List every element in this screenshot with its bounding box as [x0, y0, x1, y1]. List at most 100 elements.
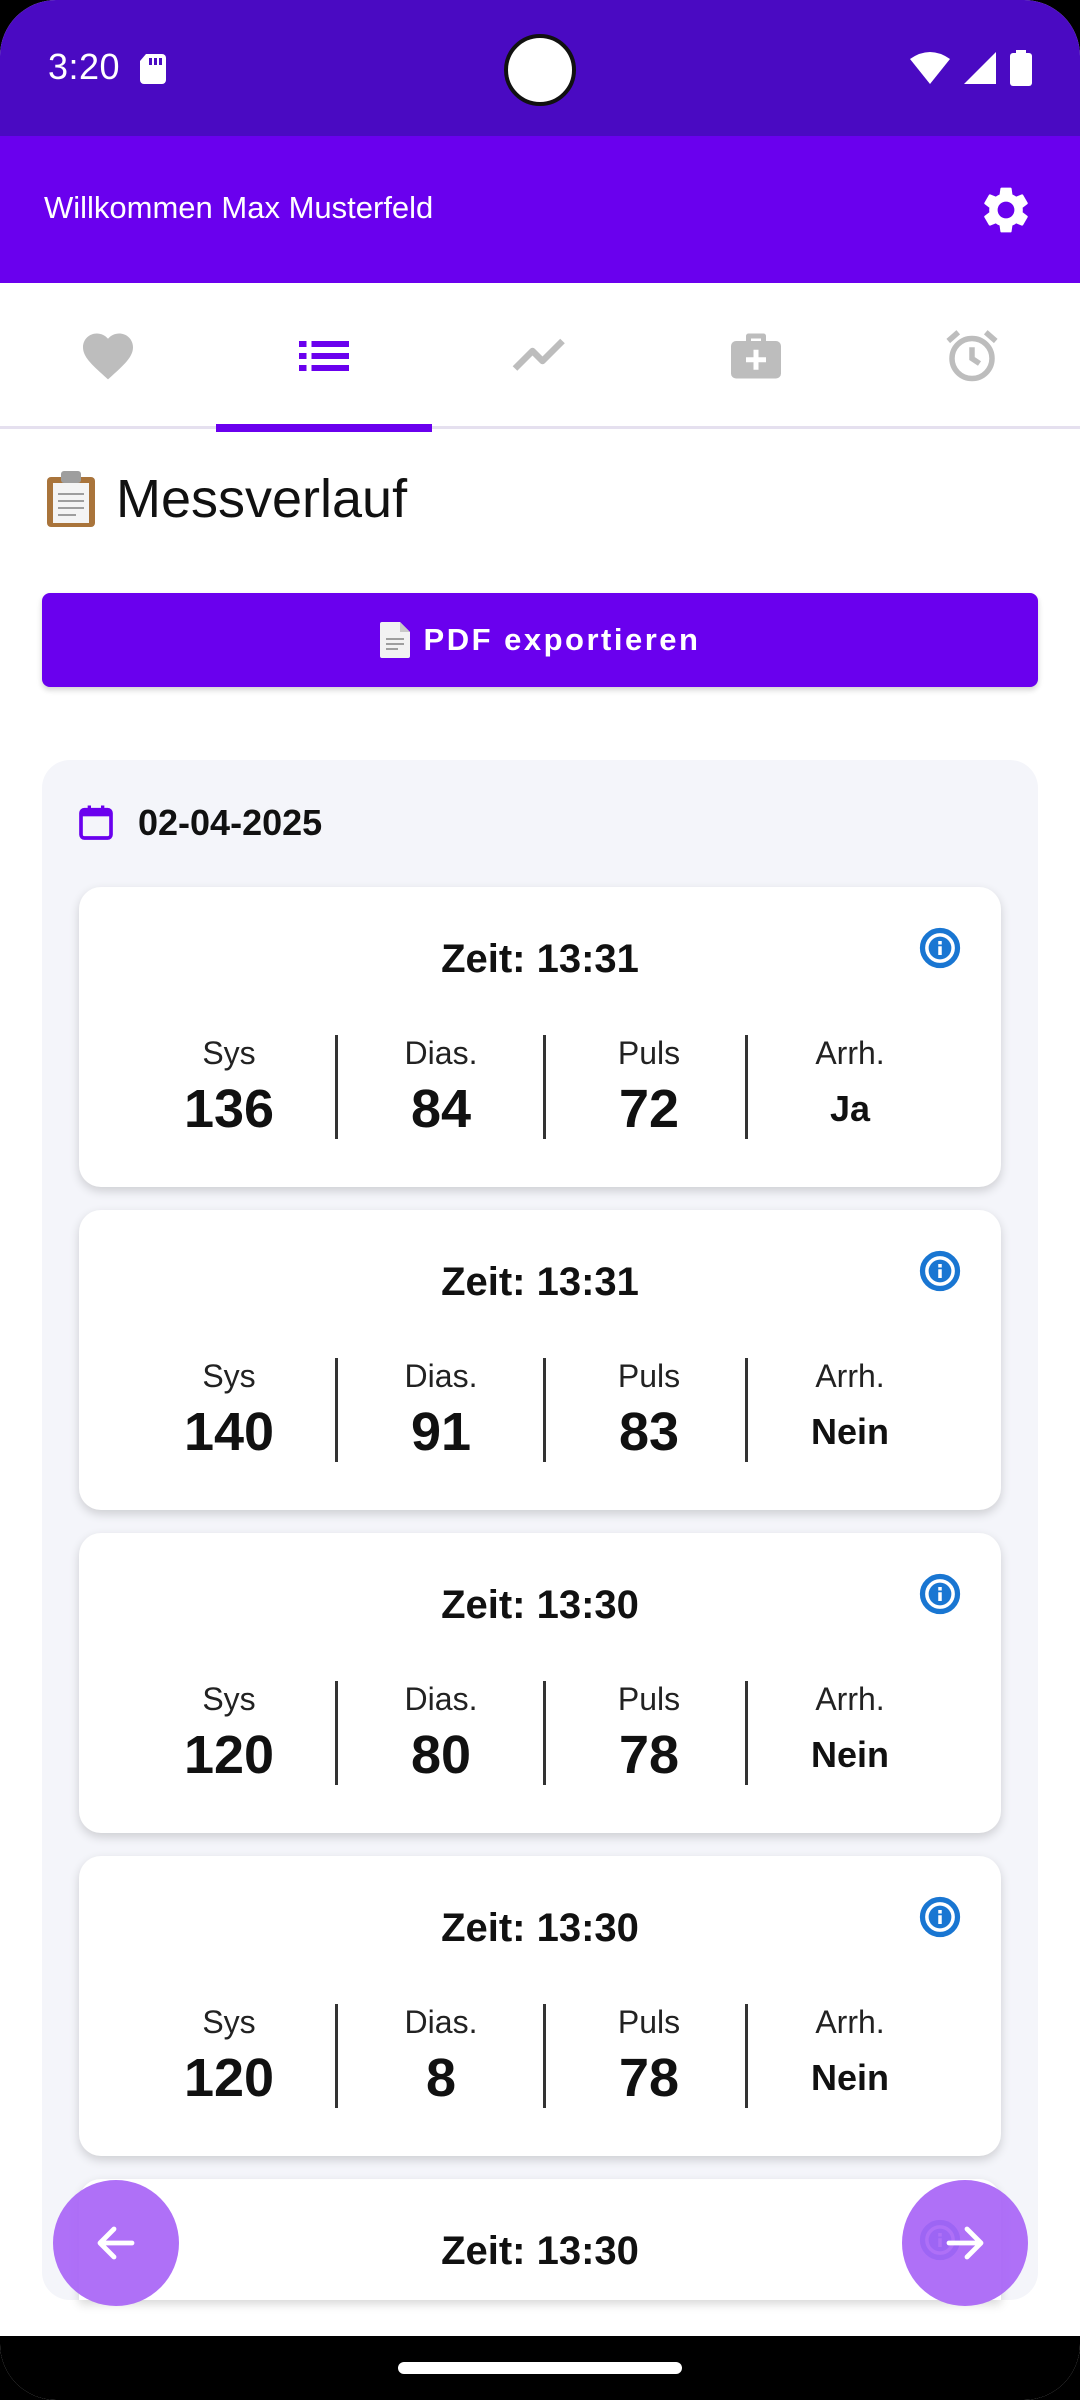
measurement-time: Zeit: 13:31 [441, 937, 639, 981]
metric-puls: Puls 72 [559, 1035, 739, 1140]
metric-label: Arrh. [815, 1681, 885, 1717]
metric-label: Dias. [404, 1681, 478, 1717]
metric-value: 120 [183, 1725, 275, 1785]
divider [543, 1681, 546, 1785]
arrow-right-icon [946, 2226, 984, 2260]
signal-icon [964, 52, 996, 84]
measurement-card[interactable]: Zeit: 13:30 [79, 2179, 1001, 2300]
divider [335, 1681, 338, 1785]
metric-label: Puls [617, 2004, 681, 2040]
metric-sys: Sys 136 [141, 1035, 317, 1140]
metric-value: 91 [410, 1402, 472, 1462]
app-screen: 3:20 Willkommen Max Musterfeld Messverla… [0, 0, 1080, 2400]
alarm-clock-icon [946, 330, 998, 382]
metric-value: Nein [810, 2057, 889, 2098]
divider [335, 2004, 338, 2108]
divider [745, 1681, 748, 1785]
metric-value: 84 [410, 1079, 472, 1139]
metric-label: Arrh. [815, 1358, 885, 1394]
metric-label: Arrh. [815, 2004, 885, 2040]
divider [745, 1035, 748, 1139]
wifi-icon [910, 52, 950, 84]
measurement-card[interactable]: Zeit: 13:31 Sys 136 Dias. 84 Puls 72 Arr… [79, 887, 1001, 1187]
metric-label: Dias. [404, 1358, 478, 1394]
pdf-export-label: PDF exportieren [423, 622, 701, 657]
previous-page-button[interactable] [53, 2180, 179, 2306]
info-icon[interactable] [919, 1573, 961, 1615]
page-title: Messverlauf [44, 468, 407, 530]
measurement-time: Zeit: 13:30 [441, 2229, 639, 2273]
measurement-time: Zeit: 13:30 [441, 1583, 639, 1627]
tab-medical[interactable] [648, 283, 864, 429]
metric-value: 140 [183, 1402, 275, 1462]
measurement-card[interactable]: Zeit: 13:31 Sys 140 Dias. 91 Puls 83 Arr… [79, 1210, 1001, 1510]
welcome-text: Willkommen Max Musterfeld [44, 190, 434, 225]
metric-value: 72 [618, 1079, 680, 1139]
medical-kit-icon [731, 333, 781, 379]
metric-dias: Dias. 91 [351, 1358, 531, 1463]
day-header: 02-04-2025 [76, 802, 322, 844]
divider [745, 1358, 748, 1462]
day-group: 02-04-2025 Zeit: 13:31 Sys 136 Dias. 84 [42, 760, 1038, 2300]
metric-arrh: Arrh. Nein [761, 2004, 939, 2099]
metric-value: Nein [810, 1411, 889, 1452]
info-icon[interactable] [919, 1250, 961, 1292]
metric-label: Puls [617, 1358, 681, 1394]
metric-label: Sys [202, 1035, 256, 1071]
measurement-metrics: Sys 140 Dias. 91 Puls 83 Arrh. Nein [141, 1358, 941, 1468]
metric-value: 80 [410, 1725, 472, 1785]
day-date: 02-04-2025 [138, 802, 323, 843]
list-icon [299, 341, 349, 371]
metric-label: Dias. [404, 1035, 478, 1071]
metric-value: 78 [618, 2048, 680, 2108]
metric-sys: Sys 140 [141, 1358, 317, 1463]
divider [543, 2004, 546, 2108]
tab-list[interactable] [216, 283, 432, 432]
tab-heart[interactable] [0, 283, 216, 429]
metric-value: Ja [829, 1088, 871, 1129]
heart-icon [83, 333, 133, 380]
divider [335, 1035, 338, 1139]
metric-value: 8 [425, 2048, 457, 2108]
metric-puls: Puls 78 [559, 1681, 739, 1786]
sd-card-icon [140, 54, 166, 84]
metric-value: 120 [183, 2048, 275, 2108]
settings-gear-icon[interactable] [978, 182, 1034, 238]
info-icon[interactable] [919, 927, 961, 969]
measurement-card[interactable]: Zeit: 13:30 Sys 120 Dias. 80 Puls 78 Arr… [79, 1533, 1001, 1833]
status-time: 3:20 [48, 46, 121, 87]
metric-label: Sys [202, 1681, 256, 1717]
status-bar: 3:20 [0, 0, 1080, 136]
home-gesture-handle[interactable] [398, 2362, 682, 2374]
next-page-button[interactable] [902, 2180, 1028, 2306]
metric-puls: Puls 78 [559, 2004, 739, 2109]
metric-puls: Puls 83 [559, 1358, 739, 1463]
metric-arrh: Arrh. Nein [761, 1358, 939, 1453]
metric-label: Puls [617, 1035, 681, 1071]
divider [335, 1358, 338, 1462]
measurement-card[interactable]: Zeit: 13:30 Sys 120 Dias. 8 Puls 78 Arrh… [79, 1856, 1001, 2156]
info-icon[interactable] [919, 1896, 961, 1938]
measurement-time: Zeit: 13:30 [441, 1906, 639, 1950]
divider [543, 1035, 546, 1139]
pdf-export-button[interactable]: PDF exportieren [42, 593, 1038, 687]
metric-value: Nein [810, 1734, 889, 1775]
tab-alarm[interactable] [864, 283, 1080, 429]
metric-sys: Sys 120 [141, 2004, 317, 2109]
metric-label: Sys [202, 1358, 256, 1394]
tab-bar [0, 283, 1080, 432]
metric-dias: Dias. 80 [351, 1681, 531, 1786]
divider [745, 2004, 748, 2108]
document-icon [379, 622, 410, 658]
metric-dias: Dias. 84 [351, 1035, 531, 1140]
calendar-icon [79, 805, 113, 840]
metric-label: Arrh. [815, 1035, 885, 1071]
metric-label: Sys [202, 2004, 256, 2040]
page-title-text: Messverlauf [116, 469, 408, 529]
app-bar: Willkommen Max Musterfeld [0, 136, 1080, 283]
camera-cutout [504, 34, 576, 106]
tab-trend[interactable] [432, 283, 648, 429]
arrow-left-icon [97, 2226, 135, 2260]
measurement-metrics: Sys 120 Dias. 80 Puls 78 Arrh. Nein [141, 1681, 941, 1791]
metric-arrh: Arrh. Ja [761, 1035, 939, 1130]
